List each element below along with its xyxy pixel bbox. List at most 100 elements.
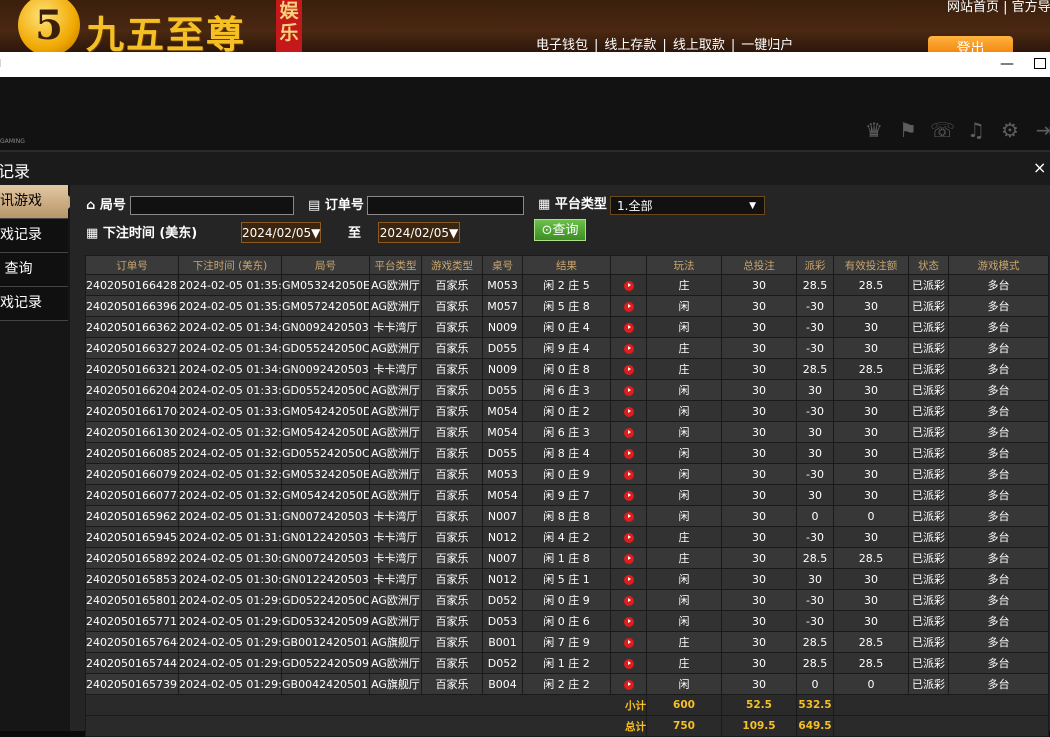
- play-video-icon[interactable]: [623, 469, 634, 480]
- replay-cell[interactable]: [610, 442, 647, 464]
- play-video-icon[interactable]: [623, 595, 634, 606]
- game-type-cell: 百家乐: [421, 400, 483, 422]
- play-video-icon[interactable]: [623, 637, 634, 648]
- replay-cell[interactable]: [610, 295, 647, 317]
- maximize-icon[interactable]: [1034, 58, 1046, 69]
- platform-select[interactable]: 1.全部 ▼: [610, 196, 765, 215]
- replay-cell[interactable]: [610, 400, 647, 422]
- replay-cell[interactable]: [610, 484, 647, 506]
- music-icon[interactable]: ♫: [964, 118, 988, 142]
- table-id-cell: M054: [482, 421, 523, 443]
- play-video-icon[interactable]: [623, 385, 634, 396]
- replay-cell[interactable]: [610, 547, 647, 569]
- replay-cell[interactable]: [610, 631, 647, 653]
- play-video-icon[interactable]: [623, 511, 634, 522]
- round-id-cell: GB00124205014: [281, 631, 370, 653]
- home-link[interactable]: 网站首页: [947, 0, 999, 15]
- query-button[interactable]: ⊙查询: [534, 219, 586, 241]
- order-input[interactable]: [367, 196, 524, 215]
- replay-cell[interactable]: [610, 337, 647, 359]
- gear-icon[interactable]: ⚙: [998, 118, 1022, 142]
- table-id-cell: N009: [482, 316, 523, 338]
- replay-cell[interactable]: [610, 463, 647, 485]
- withdraw-link[interactable]: 线上取款: [673, 38, 725, 52]
- exit-icon[interactable]: ⇥: [1032, 118, 1050, 142]
- e-wallet-link[interactable]: 电子钱包: [536, 38, 588, 52]
- column-header: 局号: [281, 255, 370, 275]
- play-video-icon[interactable]: [623, 406, 634, 417]
- payout-cell: -30: [796, 316, 834, 338]
- date-to-select[interactable]: 2024/02/05▼: [378, 222, 460, 243]
- play-video-icon[interactable]: [623, 364, 634, 375]
- replay-cell[interactable]: [610, 526, 647, 548]
- play-video-icon[interactable]: [623, 616, 634, 627]
- game-mode-cell: 多台: [948, 631, 1049, 653]
- total-bet-cell: 30: [721, 400, 797, 422]
- game-mode-cell: 多台: [948, 400, 1049, 422]
- logout-button[interactable]: 登出: [928, 36, 1013, 52]
- total-bet-cell: 30: [721, 631, 797, 653]
- table-row: 2402050166204242024-02-05 01:33:33GD0552…: [85, 379, 1049, 401]
- game-mode-cell: 多台: [948, 295, 1049, 317]
- replay-cell[interactable]: [610, 274, 647, 296]
- sidebar-item-game-record[interactable]: 戏记录: [0, 219, 68, 253]
- replay-cell[interactable]: [610, 505, 647, 527]
- play-video-icon[interactable]: [623, 427, 634, 438]
- play-video-icon[interactable]: [623, 448, 634, 459]
- result-cell: 闲 9 庄 4: [522, 337, 611, 359]
- calendar-icon: ▦: [86, 226, 99, 241]
- play-video-icon[interactable]: [623, 679, 634, 690]
- order-id-cell: 240205016573989: [85, 673, 179, 695]
- sidebar-item-query[interactable]: 查询: [0, 253, 68, 287]
- play-video-icon[interactable]: [623, 658, 634, 669]
- bet-side-cell: 闲: [646, 316, 722, 338]
- play-video-icon[interactable]: [623, 553, 634, 564]
- replay-cell[interactable]: [610, 358, 647, 380]
- nav-link[interactable]: 官方导航: [1012, 0, 1050, 15]
- bet-side-cell: 庄: [646, 652, 722, 674]
- deposit-link[interactable]: 线上存款: [604, 38, 656, 52]
- play-video-icon[interactable]: [623, 322, 634, 333]
- result-cell: 闲 5 庄 1: [522, 568, 611, 590]
- replay-cell[interactable]: [610, 652, 647, 674]
- replay-cell[interactable]: [610, 316, 647, 338]
- flag-icon[interactable]: ⚑: [896, 118, 920, 142]
- replay-cell[interactable]: [610, 379, 647, 401]
- replay-cell[interactable]: [610, 610, 647, 632]
- collect-all-link[interactable]: 一键归户: [741, 38, 793, 52]
- replay-cell[interactable]: [610, 421, 647, 443]
- replay-cell[interactable]: [610, 568, 647, 590]
- play-video-icon[interactable]: [623, 574, 634, 585]
- game-mode-cell: 多台: [948, 652, 1049, 674]
- chat-icon[interactable]: ☏: [930, 118, 955, 142]
- subtotal-valid-bet: 532.5: [796, 694, 834, 716]
- play-video-icon[interactable]: [623, 280, 634, 291]
- sidebar-item-live-game[interactable]: 讯游戏: [0, 185, 75, 219]
- play-video-icon[interactable]: [623, 490, 634, 501]
- close-icon[interactable]: ×: [1033, 158, 1046, 177]
- round-input[interactable]: [130, 196, 294, 215]
- column-header: 总投注: [721, 255, 797, 275]
- payout-cell: 30: [796, 568, 834, 590]
- minimize-icon[interactable]: —: [1000, 56, 1014, 72]
- payout-cell: 28.5: [796, 547, 834, 569]
- status-cell: 已派彩: [908, 505, 949, 527]
- result-cell: 闲 2 庄 2: [522, 673, 611, 695]
- table-id-cell: D055: [482, 442, 523, 464]
- top-links: 网站首页 | 官方导航: [947, 0, 1050, 15]
- platform-cell: AG欧洲厅: [369, 652, 422, 674]
- platform-cell: AG旗舰厅: [369, 631, 422, 653]
- play-video-icon[interactable]: [623, 301, 634, 312]
- table-id-cell: D055: [482, 379, 523, 401]
- table-id-cell: D055: [482, 337, 523, 359]
- play-video-icon[interactable]: [623, 343, 634, 354]
- play-video-icon[interactable]: [623, 532, 634, 543]
- replay-cell[interactable]: [610, 589, 647, 611]
- sidebar-item-record[interactable]: 戏记录: [0, 287, 68, 321]
- date-from-select[interactable]: 2024/02/05▼: [241, 222, 321, 243]
- bet-time-cell: 2024-02-05 01:29:14: [178, 673, 282, 695]
- vip-crown-icon[interactable]: ♛: [862, 118, 886, 142]
- replay-cell[interactable]: [610, 673, 647, 695]
- bet-side-cell: 闲: [646, 295, 722, 317]
- game-type-cell: 百家乐: [421, 316, 483, 338]
